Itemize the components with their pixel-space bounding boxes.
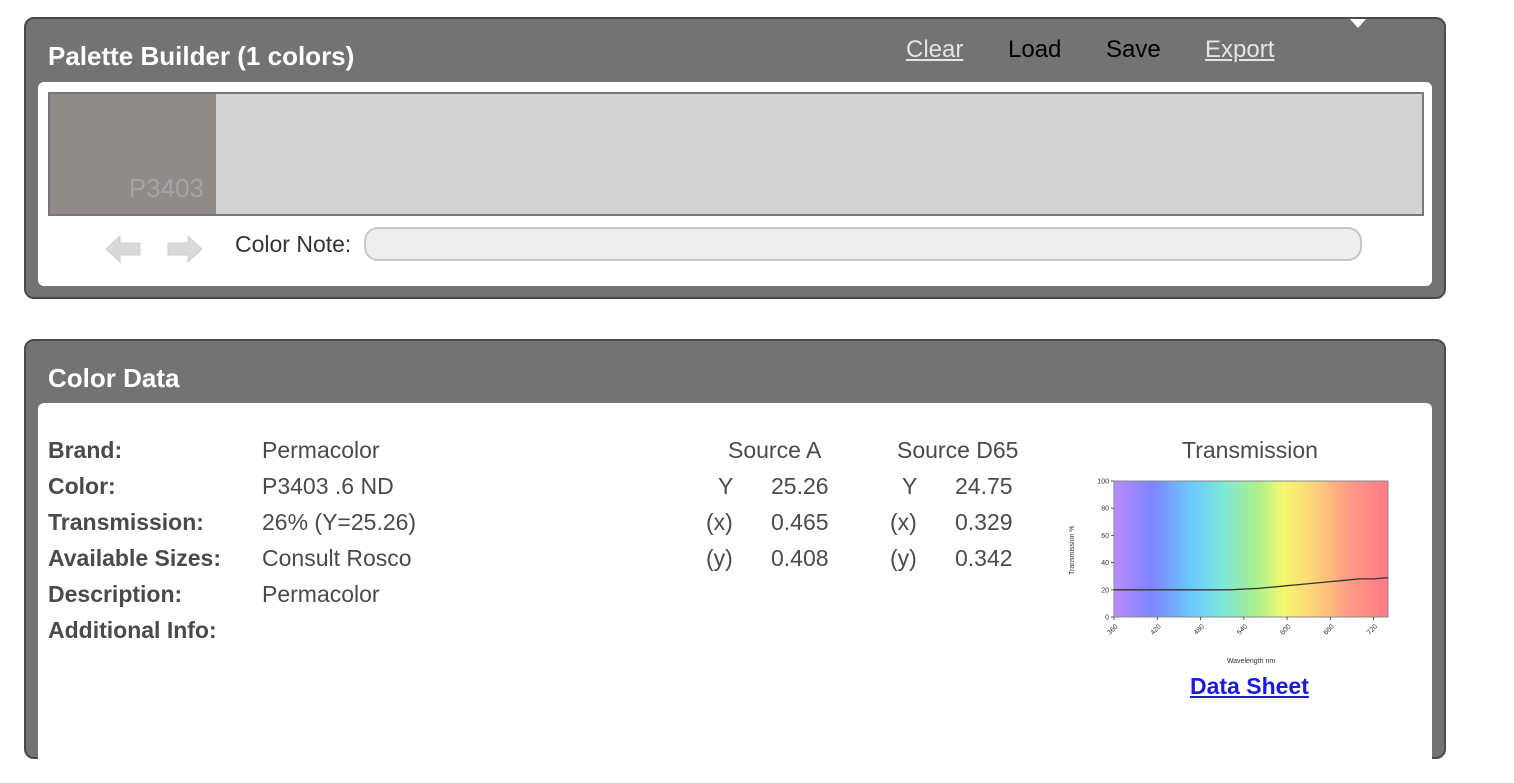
color-note-input[interactable] <box>364 227 1362 261</box>
clear-link[interactable]: Clear <box>906 36 963 64</box>
spectrum-background <box>1113 480 1389 618</box>
color-note-label: Color Note: <box>235 231 352 257</box>
x-tick-label: 720 <box>1366 623 1379 636</box>
color-value: P3403 .6 ND <box>262 473 394 499</box>
load-button[interactable]: Load <box>1008 36 1061 64</box>
color-swatch[interactable]: P3403 <box>50 94 216 214</box>
transmission-label: Transmission: <box>48 509 204 535</box>
transmission-value: 26% (Y=25.26) <box>262 509 417 535</box>
x-tick-label: 480 <box>1193 623 1206 636</box>
source-a-value: 0.465 <box>771 509 829 535</box>
arrow-left-icon[interactable] <box>104 234 142 264</box>
data-sheet-link[interactable]: Data Sheet <box>1190 673 1309 700</box>
x-axis: 360 420 480 540 600 660 720 <box>1106 617 1379 637</box>
y-tick-label: 40 <box>1101 560 1109 567</box>
color-data-body: Brand: Permacolor Color: P3403 .6 ND Tra… <box>38 403 1432 783</box>
palette-body: P3403 Color Note: <box>38 82 1432 286</box>
collapse-triangle-icon[interactable] <box>1350 19 1366 28</box>
x-tick-label: 420 <box>1150 623 1163 636</box>
y-tick-label: 20 <box>1101 587 1109 594</box>
source-d65-key: Y <box>902 473 918 499</box>
source-a-heading: Source A <box>728 437 822 463</box>
description-label: Description: <box>48 581 183 607</box>
swatch-label: P3403 <box>128 173 204 203</box>
source-a-value: 25.26 <box>771 473 829 499</box>
source-a-value: 0.408 <box>771 545 829 571</box>
y-axis-label: Transmission % <box>1069 525 1076 575</box>
y-tick-label: 100 <box>1097 479 1109 486</box>
brand-value: Permacolor <box>262 437 380 463</box>
y-axis: 0 20 40 60 80 100 <box>1097 479 1114 622</box>
swatch-strip: P3403 <box>48 92 1424 216</box>
source-a-key: (x) <box>706 509 733 535</box>
source-d65-value: 24.75 <box>955 473 1013 499</box>
source-d65-value: 0.342 <box>955 545 1013 571</box>
transmission-heading: Transmission <box>1182 437 1318 463</box>
source-d65-key: (x) <box>890 509 917 535</box>
x-tick-label: 360 <box>1106 623 1119 636</box>
x-axis-label: Wavelength nm <box>1227 658 1276 665</box>
transmission-chart: 0 20 40 60 80 100 360 420 480 540 600 660 720 Trans… <box>1069 479 1389 665</box>
export-link[interactable]: Export <box>1205 36 1274 64</box>
x-tick-label: 540 <box>1236 623 1249 636</box>
source-a-key: Y <box>718 473 734 499</box>
source-a-key: (y) <box>706 545 733 571</box>
description-value: Permacolor <box>262 581 380 607</box>
color-label: Color: <box>48 473 116 499</box>
save-button[interactable]: Save <box>1106 36 1161 64</box>
arrow-right-icon[interactable] <box>166 234 204 264</box>
source-d65-key: (y) <box>890 545 917 571</box>
brand-label: Brand: <box>48 437 123 463</box>
color-data-title: Color Data <box>48 363 180 393</box>
available-sizes-value: Consult Rosco <box>262 545 412 571</box>
additional-info-label: Additional Info: <box>48 617 217 643</box>
y-tick-label: 60 <box>1101 533 1109 540</box>
source-d65-heading: Source D65 <box>897 437 1019 463</box>
x-tick-label: 600 <box>1279 623 1292 636</box>
color-data-panel: Color Data Brand: Permacolor Color: P340… <box>24 339 1446 783</box>
available-sizes-label: Available Sizes: <box>48 545 222 571</box>
palette-title: Palette Builder (1 colors) <box>48 41 355 71</box>
palette-builder-panel: Palette Builder (1 colors) Clear Load Sa… <box>24 17 1446 299</box>
source-d65-value: 0.329 <box>955 509 1013 535</box>
y-tick-label: 0 <box>1105 615 1109 622</box>
x-tick-label: 660 <box>1323 623 1336 636</box>
y-tick-label: 80 <box>1101 506 1109 513</box>
